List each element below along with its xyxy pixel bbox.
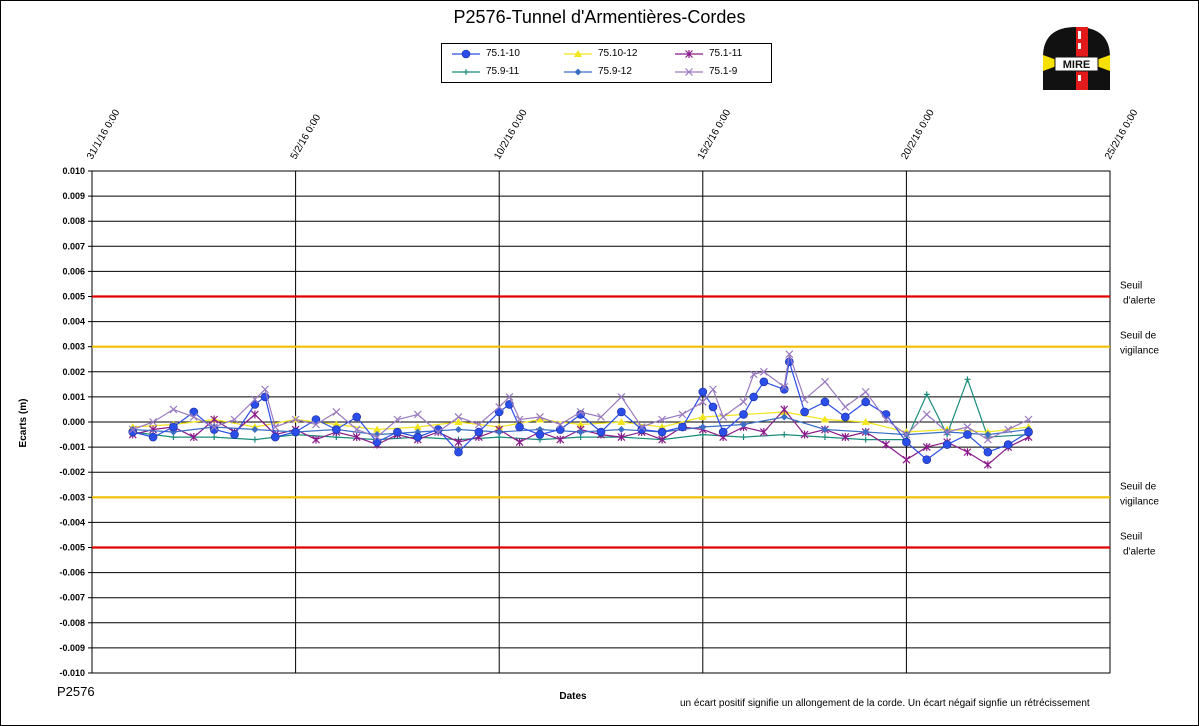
- y-tick-label: 0.002: [62, 367, 85, 377]
- data-point-75_1-10: [230, 430, 239, 439]
- y-tick-label: -0.010: [59, 668, 85, 678]
- y-tick-label: -0.003: [59, 492, 85, 502]
- data-point-75_1-10: [169, 422, 178, 432]
- legend-label: 75.1-11: [709, 48, 743, 59]
- x-tick-label: 20/2/16 0:00: [899, 107, 937, 161]
- x-tick-label: 5/2/16 0:00: [289, 112, 324, 161]
- data-point-75_1-10: [678, 422, 687, 432]
- data-point-75_1-10: [902, 437, 911, 447]
- data-point-75_1-10: [535, 430, 545, 439]
- svg-text:MIRE: MIRE: [1063, 59, 1091, 71]
- data-point-75_1-10: [739, 410, 748, 419]
- y-tick-label: -0.001: [59, 442, 85, 452]
- data-point-75_1-10: [861, 397, 870, 407]
- data-point-75_1-10: [474, 427, 484, 437]
- data-point-75_1-10: [148, 432, 158, 442]
- data-point-75_1-10: [454, 447, 463, 457]
- data-point-75_1-10: [1003, 440, 1013, 449]
- legend-label: 75.9-12: [598, 66, 632, 77]
- data-point-75_1-10: [800, 407, 809, 417]
- x-axis-label: Dates: [559, 691, 587, 702]
- legend-label: 75.1-9: [709, 66, 738, 77]
- corner-id: P2576: [57, 684, 95, 699]
- x-tick-label: 25/2/16 0:00: [1103, 107, 1141, 161]
- data-point-75_1-10: [759, 377, 769, 387]
- legend-swatch: [675, 50, 703, 58]
- data-point-75_1-10: [983, 447, 993, 457]
- y-tick-label: 0.000: [62, 417, 85, 427]
- x-tick-label: 15/2/16 0:00: [696, 107, 734, 161]
- data-point-75_1-10: [708, 402, 718, 412]
- y-tick-label: -0.005: [59, 543, 85, 553]
- legend-swatch: [564, 50, 592, 57]
- data-point-75_1-10: [332, 425, 341, 434]
- legend-label: 75.10-12: [598, 48, 638, 59]
- legend-swatch: [675, 68, 703, 76]
- data-point-75_1-10: [393, 427, 402, 437]
- data-point-75_1-10: [352, 412, 361, 422]
- y-tick-label: -0.007: [59, 593, 85, 603]
- data-point-75_1-10: [942, 440, 952, 449]
- data-point-75_1-10: [596, 427, 606, 437]
- threshold-label: vigilance: [1120, 346, 1159, 357]
- y-tick-label: 0.005: [62, 292, 85, 302]
- x-tick-label: 31/1/16 0:00: [85, 107, 123, 161]
- data-point-75_1-10: [841, 412, 850, 422]
- footnote: un écart positif signifie un allongement…: [680, 698, 1090, 709]
- data-point-75_1-10: [820, 397, 830, 407]
- legend-label: 75.1-10: [486, 48, 520, 59]
- mire-logo: MIRE: [1043, 27, 1110, 90]
- chart-legend: 75.1-10 75.10-12 75.1-11 75.9-11 75.9-12 75.1…: [441, 43, 772, 83]
- y-axis-label: Ecarts (m): [18, 399, 29, 448]
- legend-swatch-marker: [463, 69, 469, 75]
- threshold-label: vigilance: [1120, 496, 1159, 507]
- data-point-75_1-10: [413, 432, 423, 442]
- threshold-label: Seuil de: [1120, 331, 1157, 342]
- y-tick-label: 0.010: [62, 166, 85, 176]
- legend-swatch: [564, 68, 592, 76]
- y-tick-label: -0.008: [59, 618, 85, 628]
- data-point-75_1-10: [922, 455, 932, 464]
- chart-title: P2576-Tunnel d'Armentières-Cordes: [453, 7, 746, 27]
- threshold-label: d'alerte: [1123, 547, 1156, 558]
- y-tick-label: 0.003: [62, 342, 85, 352]
- legend-swatch-marker: [574, 68, 582, 76]
- data-point-75_1-10: [515, 422, 524, 432]
- legend-swatch: [452, 49, 480, 59]
- x-tick-label: 10/2/16 0:00: [492, 107, 530, 161]
- y-tick-label: -0.009: [59, 643, 85, 653]
- threshold-label: Seuil: [1120, 281, 1142, 292]
- chart-canvas: 0.010 0.009 0.008 0.007 0.006 0.005 0.004 0.003…: [18, 107, 1159, 702]
- y-tick-label: 0.001: [62, 392, 85, 402]
- threshold-label: d'alerte: [1123, 296, 1156, 307]
- y-tick-label: 0.007: [62, 241, 85, 251]
- y-tick-label: 0.004: [62, 317, 85, 327]
- y-tick-label: 0.008: [62, 216, 85, 226]
- threshold-label: Seuil de: [1120, 481, 1157, 492]
- data-point-75_1-10: [718, 427, 728, 437]
- data-point-75_1-10: [963, 430, 972, 439]
- y-tick-label: -0.004: [59, 517, 85, 527]
- threshold-label: Seuil: [1120, 532, 1142, 543]
- data-point-75_1-10: [291, 427, 300, 437]
- y-tick-label: 0.009: [62, 191, 85, 201]
- data-point-75_1-10: [657, 427, 667, 437]
- data-point-75_1-10: [617, 407, 626, 417]
- legend-swatch-marker: [461, 49, 471, 59]
- legend-label: 75.9-11: [486, 66, 520, 77]
- y-tick-label: -0.006: [59, 568, 85, 578]
- y-tick-label: 0.006: [62, 266, 85, 276]
- data-point-75_1-10: [698, 387, 708, 397]
- data-point-75_1-10: [1024, 427, 1033, 437]
- data-point-75_1-10: [749, 392, 759, 402]
- data-point-75_1-10: [270, 432, 280, 442]
- legend-swatch: [452, 69, 480, 75]
- y-tick-label: -0.002: [59, 467, 85, 477]
